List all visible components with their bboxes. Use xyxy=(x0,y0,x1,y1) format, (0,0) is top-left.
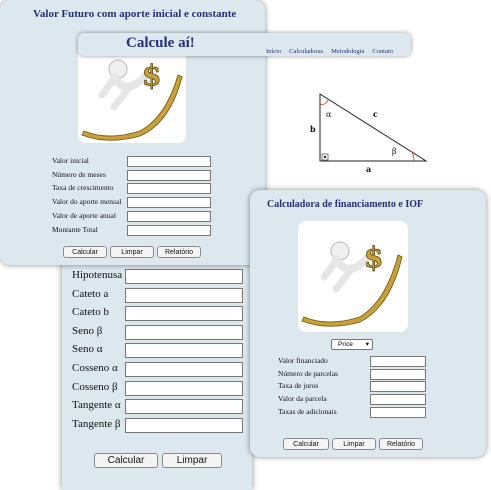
finance-title: Calculadora de financiamento e IOF xyxy=(267,199,424,210)
future-field-input[interactable] xyxy=(127,224,211,236)
trig-field-input[interactable] xyxy=(125,417,243,433)
trig-clear-button[interactable]: Limpar xyxy=(162,453,222,468)
nav-link[interactable]: Contato xyxy=(372,48,393,55)
future-field-label: Montante Total xyxy=(52,224,98,234)
chevron-down-icon: ▾ xyxy=(365,341,369,348)
future-calc-button[interactable]: Calcular xyxy=(63,246,107,258)
finance-field-input[interactable] xyxy=(370,356,426,367)
trig-field-label: Cosseno β xyxy=(72,380,118,393)
future-field-input[interactable] xyxy=(127,210,211,222)
future-field-label: Valor do aporte mensal xyxy=(52,197,122,207)
trig-field-label: Seno β xyxy=(72,324,103,337)
future-value-image: $ xyxy=(78,45,186,143)
trig-field-label: Cosseno α xyxy=(72,362,118,374)
finance-field-input[interactable] xyxy=(370,406,426,418)
finance-field-label: Valor da parcela xyxy=(278,394,327,404)
finance-field-input[interactable] xyxy=(370,381,426,393)
future-field-input[interactable] xyxy=(127,156,211,167)
site-brand[interactable]: Calcule aí! xyxy=(126,35,195,52)
finance-field-label: Taxa de juros xyxy=(278,381,319,391)
trig-field-label: Tangente β xyxy=(72,417,121,430)
trig-field-label: Cateto a xyxy=(72,287,109,300)
triangle-diagram: α β b c a xyxy=(310,93,428,174)
trig-field-input[interactable] xyxy=(125,306,243,322)
dollar-man-illustration-2: $ xyxy=(301,241,403,327)
trig-field-label: Tangente α xyxy=(72,399,121,412)
finance-field-input[interactable] xyxy=(370,394,426,406)
finance-field-label: Número de parcelas xyxy=(278,368,338,378)
method-select-value: Price xyxy=(338,341,353,348)
finance-field-label: Valor financiado xyxy=(278,356,328,365)
trig-field-label: Seno α xyxy=(72,343,103,356)
svg-text:$: $ xyxy=(142,59,161,92)
future-field-label: Taxa de crescimento xyxy=(52,183,114,193)
trig-field-label: Hipotenusa xyxy=(72,269,123,281)
site-header: Calcule aí! Início Calculadoras Metodologi… xyxy=(78,33,411,56)
future-field-label: Número de meses xyxy=(52,169,106,179)
nav-link[interactable]: Início xyxy=(266,48,281,55)
trig-field-input[interactable] xyxy=(125,380,243,396)
trig-field-label: Cateto b xyxy=(72,306,109,319)
svg-text:$: $ xyxy=(364,241,383,274)
finance-field-label: Taxas de adicionais xyxy=(278,406,337,416)
nav-link[interactable]: Calculadoras xyxy=(289,48,323,55)
nav-link[interactable]: Metodologia xyxy=(331,48,364,55)
trig-field-input[interactable] xyxy=(125,287,243,303)
dollar-man-illustration: $ xyxy=(81,59,183,141)
future-report-button[interactable]: Relatório xyxy=(157,246,201,258)
trig-field-input[interactable] xyxy=(125,362,243,377)
finance-image: $ xyxy=(298,221,408,332)
future-field-input[interactable] xyxy=(127,197,211,209)
trig-field-input[interactable] xyxy=(125,399,243,415)
side-c-label: c xyxy=(373,109,378,119)
finance-clear-button[interactable]: Limpar xyxy=(332,438,376,450)
trig-field-input[interactable] xyxy=(125,324,243,340)
future-value-title: Valor Futuro com aporte inicial e consta… xyxy=(33,8,237,20)
future-field-input[interactable] xyxy=(127,169,211,181)
side-a-label: a xyxy=(366,164,371,174)
angle-alpha-label: α xyxy=(326,110,332,119)
trig-field-input[interactable] xyxy=(125,343,243,359)
future-field-input[interactable] xyxy=(127,183,211,195)
side-b-label: b xyxy=(310,124,316,134)
finance-calc-button[interactable]: Calcular xyxy=(283,438,329,450)
future-field-label: Valor inicial xyxy=(52,156,89,165)
finance-field-input[interactable] xyxy=(370,368,426,380)
main-nav: Início Calculadoras Metodologia Contato xyxy=(266,40,401,58)
finance-calculator-panel: Calculadora de financiamento e IOF $ Pri… xyxy=(250,190,486,457)
future-clear-button[interactable]: Limpar xyxy=(110,246,154,258)
amortization-method-select[interactable]: Price ▾ xyxy=(331,339,373,350)
trig-field-input[interactable] xyxy=(125,269,243,284)
finance-report-button[interactable]: Relatório xyxy=(379,438,423,450)
trig-calculator-panel: Hipotenusa Cateto a Cateto b Seno β Seno α Co… xyxy=(62,230,252,490)
future-field-label: Valor de aporte anual xyxy=(52,210,116,220)
trig-calc-button[interactable]: Calcular xyxy=(94,453,158,468)
angle-beta-label: β xyxy=(392,147,397,156)
